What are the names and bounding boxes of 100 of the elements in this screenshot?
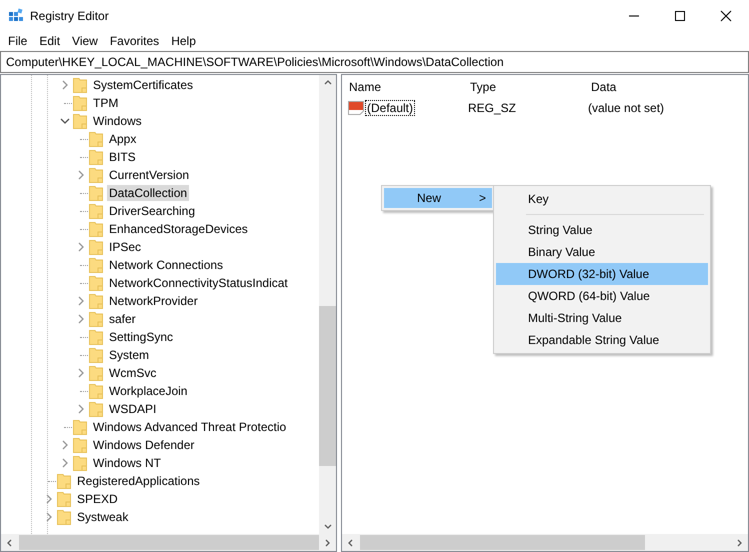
vertical-scrollbar[interactable] — [319, 75, 336, 534]
menu-item[interactable]: Help — [165, 34, 202, 48]
folder-icon — [89, 257, 103, 273]
folder-icon — [89, 185, 103, 201]
tree-item[interactable]: EnhancedStorageDevices — [107, 221, 250, 237]
menu-item[interactable]: Key — [496, 188, 708, 210]
folder-icon — [73, 455, 87, 471]
tree-item[interactable]: Appx — [107, 131, 138, 147]
folder-icon — [89, 329, 103, 345]
tree-item[interactable]: NetworkConnectivityStatusIndicat — [107, 275, 290, 291]
string-value-icon — [348, 101, 364, 115]
tree-line — [80, 264, 88, 266]
folder-icon — [89, 221, 103, 237]
tree-line — [80, 156, 88, 158]
folder-icon — [89, 149, 103, 165]
menu-item[interactable]: QWORD (64-bit) Value — [496, 285, 708, 307]
tree-item[interactable]: Windows Defender — [91, 437, 196, 453]
menu-item[interactable]: Binary Value — [496, 241, 708, 263]
expand-icon[interactable] — [60, 440, 70, 450]
tree-item[interactable]: DriverSearching — [107, 203, 198, 219]
folder-icon — [89, 311, 103, 327]
folder-icon — [89, 293, 103, 309]
folder-icon — [89, 347, 103, 363]
expand-icon[interactable] — [76, 170, 86, 180]
tree-line — [80, 390, 88, 392]
tree-item[interactable]: WSDAPI — [107, 401, 158, 417]
tree-item[interactable]: IPSec — [107, 239, 144, 255]
expand-icon[interactable] — [44, 512, 54, 522]
collapse-icon[interactable] — [60, 116, 70, 126]
tree-line — [80, 192, 88, 194]
tree-item[interactable]: safer — [107, 311, 138, 327]
menu-item[interactable]: DWORD (32-bit) Value — [496, 263, 708, 285]
folder-icon — [57, 473, 71, 489]
expand-icon[interactable] — [76, 404, 86, 414]
expand-icon[interactable] — [76, 368, 86, 378]
folder-icon — [73, 113, 87, 129]
tree-line — [80, 354, 88, 356]
address-field[interactable]: Computer\HKEY_LOCAL_MACHINE\SOFTWARE\Policies\Microsoft\Windows\DataCollection — [0, 51, 749, 73]
folder-icon — [89, 401, 103, 417]
menu-item[interactable]: String Value — [496, 219, 708, 241]
menu-item[interactable]: File — [2, 34, 34, 48]
close-icon[interactable] — [720, 10, 732, 22]
horizontal-scrollbar[interactable] — [1, 534, 336, 551]
tree-item[interactable]: SettingSync — [107, 329, 176, 345]
column-header[interactable]: Data — [590, 80, 711, 94]
tree-item[interactable]: Windows NT — [91, 455, 164, 471]
expand-icon[interactable] — [76, 314, 86, 324]
tree-item[interactable]: RegisteredApplications — [75, 473, 202, 489]
tree-line — [80, 138, 88, 140]
expand-icon[interactable] — [60, 80, 70, 90]
menu-item[interactable]: Edit — [33, 34, 66, 48]
menu-item[interactable]: View — [66, 34, 104, 48]
menu-item[interactable]: Favorites — [104, 34, 166, 48]
tree-item[interactable]: SPEXD — [75, 491, 120, 507]
expand-icon[interactable] — [44, 494, 54, 504]
expand-icon[interactable] — [76, 296, 86, 306]
folder-icon — [73, 419, 87, 435]
menu-item[interactable]: Expandable String Value — [496, 329, 708, 351]
tree-item[interactable]: SystemCertificates — [91, 77, 196, 93]
tree-item[interactable]: WorkplaceJoin — [107, 383, 190, 399]
tree-line — [48, 480, 56, 482]
tree-line — [64, 426, 72, 428]
horizontal-scrollbar[interactable] — [342, 534, 748, 551]
tree-item[interactable]: Systweak — [75, 509, 130, 525]
tree-item[interactable]: Windows — [91, 113, 144, 129]
tree-item[interactable]: TPM — [91, 95, 120, 111]
column-header[interactable]: Type — [469, 80, 590, 94]
tree-item[interactable]: Network Connections — [107, 257, 226, 273]
folder-icon — [89, 203, 103, 219]
menu-item[interactable]: New > — [384, 188, 492, 208]
column-header[interactable]: Name — [348, 80, 469, 94]
folder-icon — [89, 383, 103, 399]
folder-icon — [89, 365, 103, 381]
registry-icon — [8, 8, 24, 24]
tree-item[interactable]: WcmSvc — [107, 365, 158, 381]
tree-line — [80, 282, 88, 284]
tree-line — [80, 336, 88, 338]
tree-item[interactable]: System — [107, 347, 152, 363]
folder-icon — [89, 131, 103, 147]
folder-icon — [89, 239, 103, 255]
folder-icon — [89, 275, 103, 291]
tree-item[interactable]: CurrentVersion — [107, 167, 192, 183]
expand-icon[interactable] — [60, 458, 70, 468]
window-title: Registry Editor — [30, 8, 109, 22]
tree-item[interactable]: NetworkProvider — [107, 293, 200, 309]
tree-item[interactable]: BITS — [107, 149, 138, 165]
folder-icon — [73, 95, 87, 111]
value-name[interactable]: (Default) — [366, 101, 414, 115]
folder-icon — [73, 437, 87, 453]
tree-line — [80, 228, 88, 230]
tree-line — [64, 102, 72, 104]
tree-item[interactable]: Windows Advanced Threat Protectio — [91, 419, 288, 435]
menu-item[interactable]: Multi-String Value — [496, 307, 708, 329]
value-type: REG_SZ — [468, 101, 518, 115]
folder-icon — [57, 491, 71, 507]
expand-icon[interactable] — [76, 242, 86, 252]
tree-item[interactable]: DataCollection — [107, 185, 190, 201]
maximize-icon[interactable] — [674, 10, 686, 22]
folder-icon — [89, 167, 103, 183]
value-data: (value not set) — [588, 101, 666, 115]
